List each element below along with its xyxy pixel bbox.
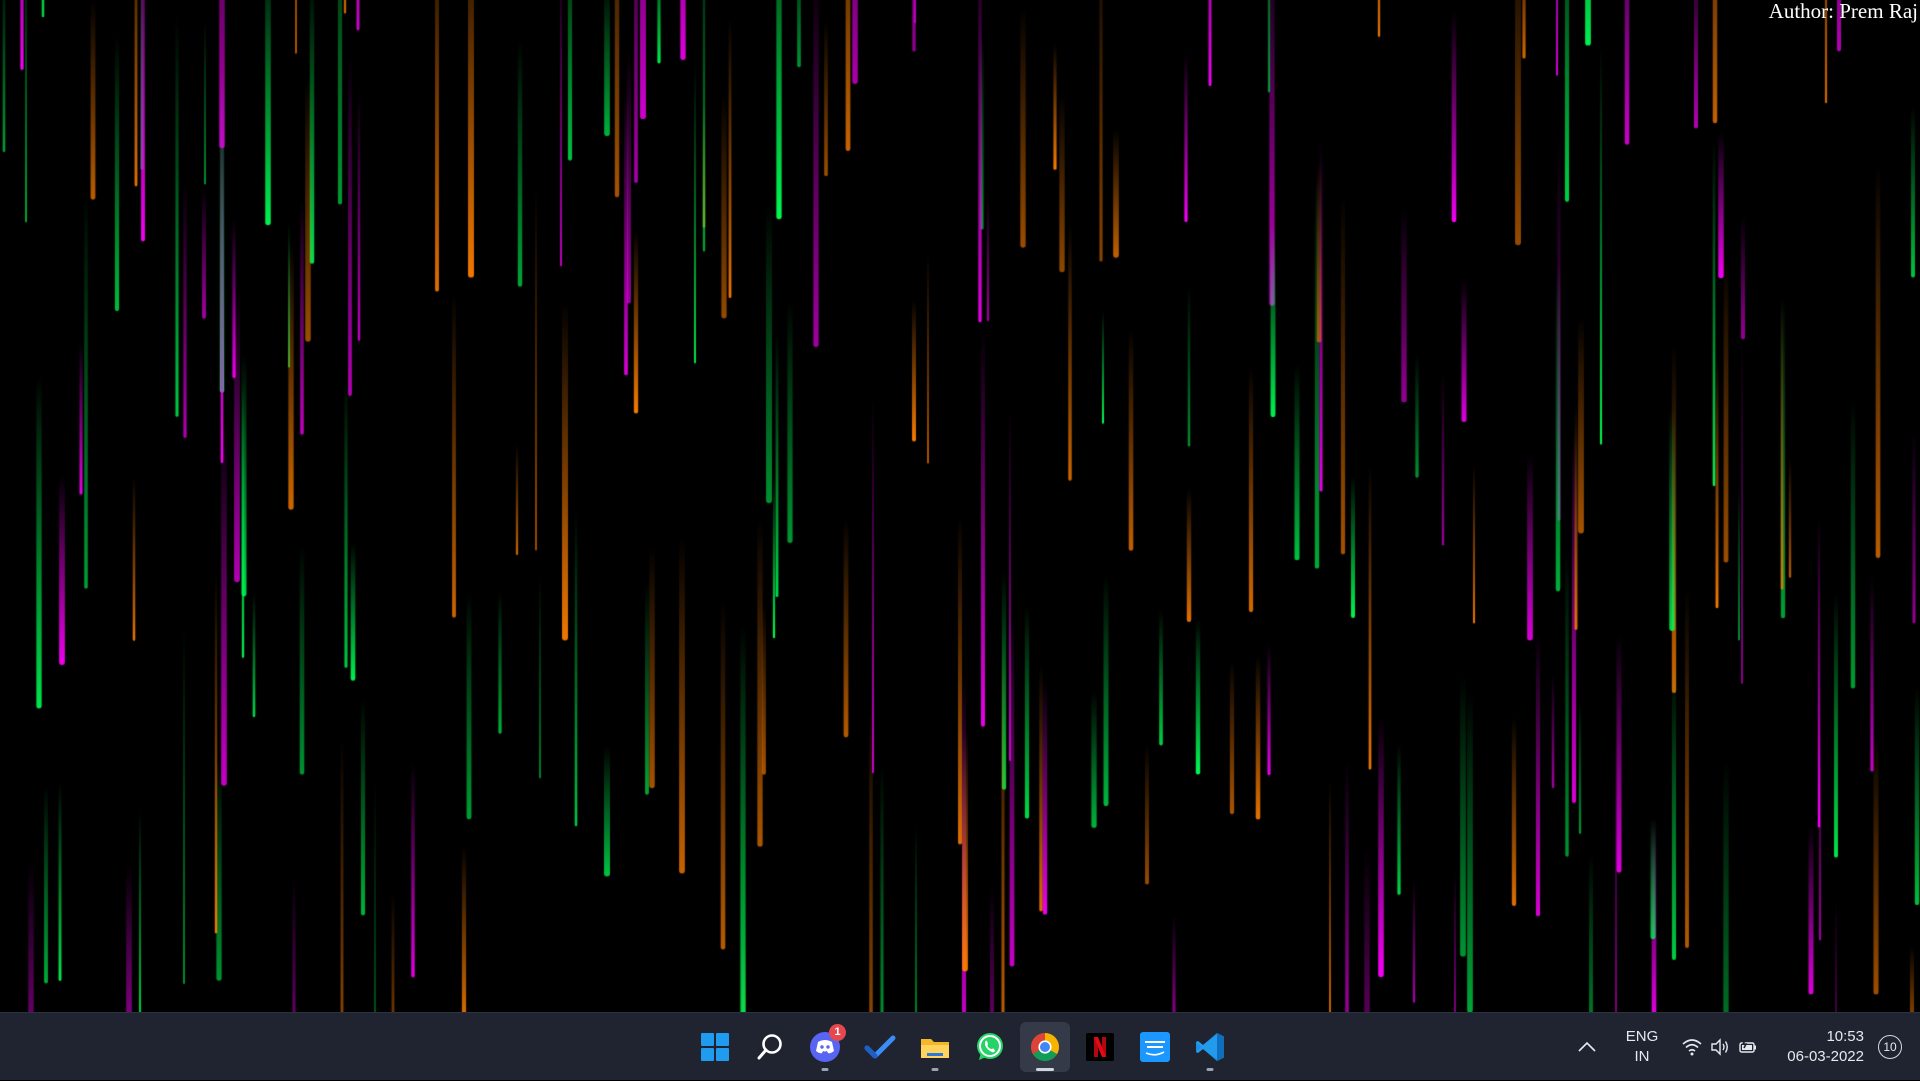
author-label: Author: Prem Raj xyxy=(1768,0,1918,23)
search-button[interactable] xyxy=(745,1022,795,1072)
clock[interactable]: 10:53 06-03-2022 xyxy=(1764,1027,1864,1067)
show-hidden-icons-button[interactable] xyxy=(1570,1027,1604,1067)
chevron-up-icon xyxy=(1578,1041,1596,1052)
active-indicator xyxy=(1036,1068,1054,1071)
whatsapp-icon xyxy=(977,1033,1003,1060)
rain-wallpaper xyxy=(0,0,1920,1012)
vscode-icon xyxy=(1196,1033,1224,1061)
todo-button[interactable] xyxy=(855,1022,905,1072)
wifi-icon xyxy=(1682,1039,1702,1056)
netflix-button[interactable] xyxy=(1075,1022,1125,1072)
language-code: ENG xyxy=(1625,1028,1659,1045)
chrome-button[interactable] xyxy=(1020,1022,1070,1072)
running-indicator xyxy=(1206,1068,1214,1071)
prime-video-icon xyxy=(1140,1032,1170,1062)
system-tray: ENG IN 10:53 06-03-2022 10 xyxy=(1570,1013,1920,1081)
speaker-icon xyxy=(1711,1038,1728,1056)
chrome-icon xyxy=(1031,1033,1059,1061)
battery-charging-icon xyxy=(1739,1038,1756,1053)
clock-date: 06-03-2022 xyxy=(1787,1048,1864,1065)
notification-count: 10 xyxy=(1883,1040,1897,1054)
taskbar-apps: 1 xyxy=(690,1013,1235,1081)
checkmark-icon xyxy=(864,1035,896,1059)
windows-icon xyxy=(701,1033,729,1061)
taskbar: 1 ENG IN 10:53 06-03-2022 10 xyxy=(0,1012,1920,1080)
running-indicator xyxy=(931,1068,939,1071)
folder-icon xyxy=(921,1039,949,1058)
discord-notification-badge: 1 xyxy=(829,1024,846,1041)
clock-time: 10:53 xyxy=(1826,1028,1864,1045)
running-indicator xyxy=(821,1068,829,1071)
region-code: IN xyxy=(1634,1048,1650,1065)
prime-video-button[interactable] xyxy=(1130,1022,1180,1072)
discord-button[interactable]: 1 xyxy=(800,1022,850,1072)
whatsapp-button[interactable] xyxy=(965,1022,1015,1072)
start-button[interactable] xyxy=(690,1022,740,1072)
netflix-icon xyxy=(1086,1033,1114,1061)
quick-settings-button[interactable] xyxy=(1682,1027,1758,1067)
search-icon xyxy=(757,1034,782,1060)
notification-center-button[interactable]: 10 xyxy=(1878,1035,1902,1059)
language-indicator[interactable]: ENG IN xyxy=(1614,1023,1670,1071)
file-explorer-button[interactable] xyxy=(910,1022,960,1072)
vscode-button[interactable] xyxy=(1185,1022,1235,1072)
